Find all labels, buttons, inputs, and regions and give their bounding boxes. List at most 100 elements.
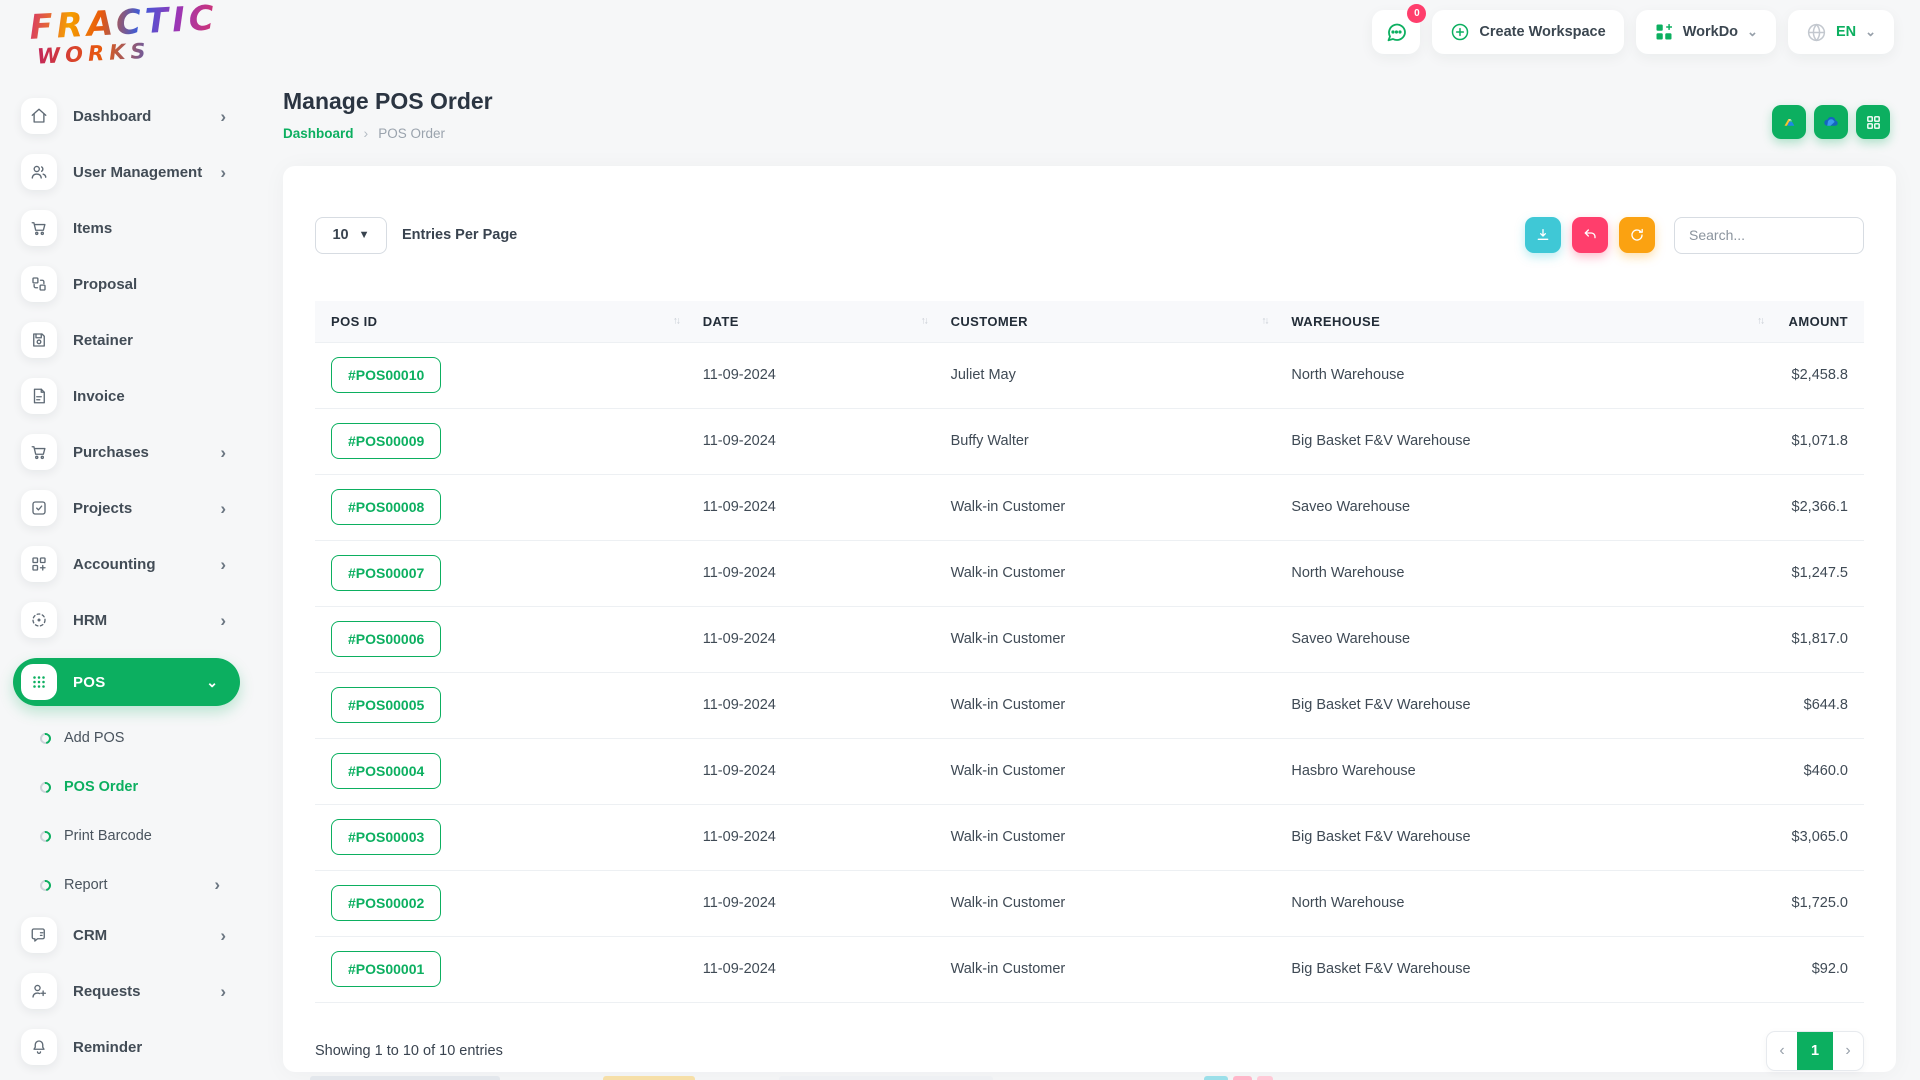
google-drive-button[interactable]: [1772, 105, 1806, 139]
next-page-button[interactable]: ›: [1833, 1032, 1863, 1070]
workspace-name: WorkDo: [1682, 24, 1739, 40]
create-workspace-label: Create Workspace: [1479, 24, 1606, 40]
warehouse-cell: Big Basket F&V Warehouse: [1275, 671, 1772, 738]
sidebar-item-user-management[interactable]: User Management ›: [21, 154, 260, 190]
page-number-button[interactable]: 1: [1797, 1031, 1833, 1070]
amount-cell: $460.0: [1771, 737, 1864, 804]
sidebar-item-pos-active[interactable]: POS ⌄: [13, 658, 240, 706]
entries-per-page-value: 10: [332, 227, 349, 243]
breadcrumb-dashboard-link[interactable]: Dashboard: [283, 126, 354, 141]
onedrive-cloud-icon: [1821, 112, 1841, 132]
customer-cell: Walk-in Customer: [934, 671, 1276, 738]
chevron-right-icon: ›: [220, 554, 226, 574]
sidebar-item-retainer[interactable]: Retainer: [21, 322, 260, 358]
workspace-dropdown[interactable]: WorkDo ⌄: [1635, 10, 1776, 54]
topbar: 0 Create Workspace WorkDo ⌄ EN ⌄: [1372, 4, 1894, 54]
column-header-date[interactable]: DATE ↑↓: [686, 301, 935, 342]
sidebar-item-projects[interactable]: Projects ›: [21, 490, 260, 526]
date-cell: 11-09-2024: [686, 473, 935, 540]
sidebar-item-requests[interactable]: Requests ›: [21, 973, 260, 1009]
onedrive-button[interactable]: [1814, 105, 1848, 139]
save-icon: [21, 322, 57, 358]
customer-cell: Walk-in Customer: [934, 803, 1276, 870]
sidebar-item-crm[interactable]: CRM ›: [21, 917, 260, 953]
globe-icon: [1806, 22, 1827, 43]
sidebar-item-dashboard[interactable]: Dashboard ›: [21, 98, 260, 134]
pos-id-link[interactable]: #POS00010: [331, 357, 442, 393]
chevron-right-icon: ›: [220, 925, 226, 945]
table-row: #POS00010 11-09-2024 Juliet May North Wa…: [315, 341, 1864, 408]
table-row: #POS00006 11-09-2024 Walk-in Customer Sa…: [315, 605, 1864, 672]
brand-logo[interactable]: FRACTIC WORKS: [28, 0, 220, 69]
pos-id-link[interactable]: #POS00001: [331, 951, 442, 987]
entries-per-page-label: Entries Per Page: [402, 227, 518, 243]
pos-id-link[interactable]: #POS00005: [331, 687, 442, 723]
pos-id-link[interactable]: #POS00002: [331, 885, 442, 921]
customer-cell: Walk-in Customer: [934, 869, 1276, 936]
amount-cell: $1,247.5: [1771, 539, 1864, 606]
messages-button[interactable]: 0: [1372, 4, 1427, 54]
pos-id-cell: #POS00001: [315, 935, 687, 1002]
undo-arrow-icon: [1582, 227, 1598, 243]
amount-cell: $92.0: [1771, 935, 1864, 1002]
sidebar-item-purchases[interactable]: Purchases ›: [21, 434, 260, 470]
refresh-button[interactable]: [1619, 217, 1655, 253]
pos-id-link[interactable]: #POS00003: [331, 819, 442, 855]
sidebar-item-invoice[interactable]: Invoice: [21, 378, 260, 414]
sidebar-item-accounting[interactable]: Accounting ›: [21, 546, 260, 582]
sidebar-item-proposal[interactable]: Proposal: [21, 266, 260, 302]
warehouse-cell: North Warehouse: [1275, 539, 1772, 606]
sidebar-subitem-report[interactable]: Report ›: [37, 868, 260, 902]
chevron-right-icon: ›: [220, 442, 226, 462]
column-header-amount[interactable]: AMOUNT: [1771, 301, 1864, 342]
amount-cell: $2,366.1: [1771, 473, 1864, 540]
create-workspace-button[interactable]: Create Workspace: [1432, 10, 1624, 54]
dashed-circle-icon: [21, 602, 57, 638]
sidebar-item-items[interactable]: Items: [21, 210, 260, 246]
grid-view-button[interactable]: [1856, 105, 1890, 139]
amount-cell: $2,458.8: [1771, 341, 1864, 408]
sidebar-item-hrm[interactable]: HRM ›: [21, 602, 260, 638]
pos-id-cell: #POS00010: [315, 341, 687, 408]
grid-plus-icon: [21, 546, 57, 582]
column-header-customer[interactable]: CUSTOMER ↑↓: [934, 301, 1276, 342]
date-cell: 11-09-2024: [686, 605, 935, 672]
partial-next-section-chip: [1257, 1076, 1273, 1080]
pos-id-link[interactable]: #POS00009: [331, 423, 442, 459]
pagination: ‹ 1 ›: [1766, 1030, 1864, 1071]
column-header-pos-id[interactable]: POS ID ↑↓: [315, 301, 687, 342]
pos-id-link[interactable]: #POS00007: [331, 555, 442, 591]
customer-cell: Walk-in Customer: [934, 935, 1276, 1002]
pos-id-link[interactable]: #POS00004: [331, 753, 442, 789]
sidebar-subitem-pos-order-active[interactable]: POS Order: [37, 770, 260, 804]
entries-per-page-select[interactable]: 10 ▼: [315, 216, 387, 254]
page-title: Manage POS Order: [283, 88, 493, 114]
sidebar-subitem-print-barcode[interactable]: Print Barcode: [37, 819, 260, 853]
pos-id-cell: #POS00006: [315, 605, 687, 672]
column-header-warehouse[interactable]: WAREHOUSE ↑↓: [1275, 301, 1772, 342]
previous-page-button[interactable]: ‹: [1767, 1032, 1797, 1070]
date-cell: 11-09-2024: [686, 671, 935, 738]
warehouse-cell: Hasbro Warehouse: [1275, 737, 1772, 804]
pos-id-link[interactable]: #POS00008: [331, 489, 442, 525]
user-plus-icon: [21, 973, 57, 1009]
breadcrumb: Dashboard › POS Order: [283, 125, 493, 141]
undo-button[interactable]: [1572, 217, 1608, 253]
bullet-ring-icon: [37, 779, 54, 795]
search-input[interactable]: [1674, 216, 1864, 254]
pos-id-cell: #POS00005: [315, 671, 687, 738]
pos-id-link[interactable]: #POS00006: [331, 621, 442, 657]
sidebar-subitem-add-pos[interactable]: Add POS: [37, 721, 260, 755]
chevron-right-icon: ›: [214, 875, 220, 894]
language-dropdown[interactable]: EN ⌄: [1787, 10, 1894, 54]
export-button[interactable]: [1525, 217, 1561, 253]
chat-square-icon: [21, 917, 57, 953]
warehouse-cell: Saveo Warehouse: [1275, 473, 1772, 540]
google-drive-icon: [1780, 113, 1798, 131]
table-header-row: POS ID ↑↓ DATE ↑↓ CUSTOMER ↑↓ WAREHOUSE ↑↓ A…: [315, 301, 1864, 342]
table-toolbar: 10 ▼ Entries Per Page: [315, 216, 1864, 254]
customer-cell: Walk-in Customer: [934, 737, 1276, 804]
sidebar-item-reminder[interactable]: Reminder: [21, 1029, 260, 1065]
warehouse-cell: Big Basket F&V Warehouse: [1275, 803, 1772, 870]
chevron-down-icon: ⌄: [206, 673, 218, 690]
